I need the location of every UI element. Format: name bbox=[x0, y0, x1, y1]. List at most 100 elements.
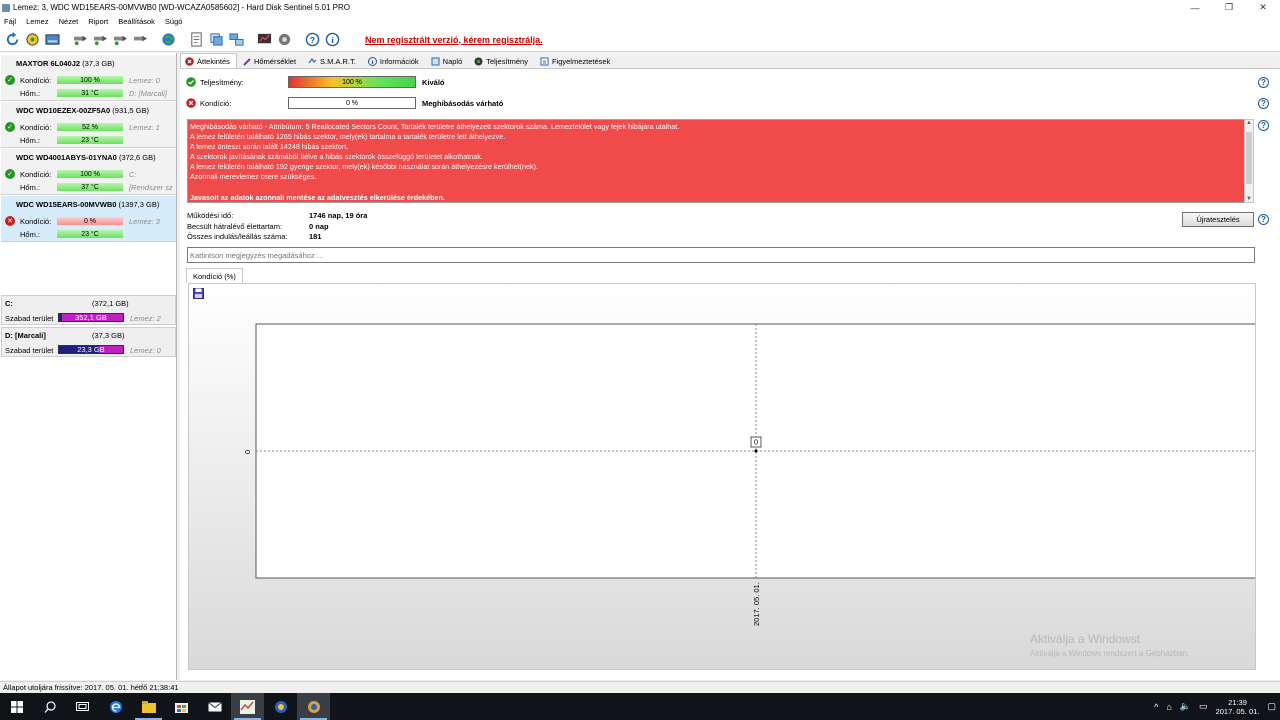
store-icon bbox=[175, 703, 188, 713]
tab-smart[interactable]: S.M.A.R.T. bbox=[303, 53, 363, 68]
partition-name: D: [Marcali] bbox=[5, 331, 46, 340]
hard-disk-sentinel-button[interactable] bbox=[231, 693, 264, 720]
performance-label: Teljesítmény: bbox=[200, 77, 244, 87]
error-status-icon: ✕ bbox=[5, 216, 15, 226]
temp-bar: 31 °C bbox=[57, 89, 123, 97]
keyboard-icon[interactable]: ▭ bbox=[1199, 701, 1208, 712]
tool-icon-4[interactable] bbox=[131, 31, 149, 49]
status-icon[interactable] bbox=[23, 31, 41, 49]
condition-label: Kondíció: bbox=[200, 98, 232, 108]
scroll-up-icon[interactable]: ▲ bbox=[1245, 120, 1253, 126]
partition-disk: Lemez: 0 bbox=[130, 346, 161, 355]
info-icon[interactable]: i bbox=[323, 31, 341, 49]
disk-name: WDC WD4001ABYS-01YNA0 (372,6 GB) bbox=[16, 153, 156, 162]
start-button[interactable] bbox=[0, 693, 33, 720]
overview-panel: Teljesítmény: 100 % Kiváló ? Kondíció: 0… bbox=[180, 69, 1280, 680]
report-icon[interactable] bbox=[187, 31, 205, 49]
minimize-button[interactable]: — bbox=[1178, 0, 1212, 15]
help-icon[interactable]: ? bbox=[303, 31, 321, 49]
scroll-down-icon[interactable]: ▼ bbox=[1245, 196, 1253, 202]
search-button[interactable] bbox=[33, 693, 66, 720]
y-tick-label: 0 bbox=[243, 450, 252, 454]
help-icon[interactable]: ? bbox=[1258, 98, 1269, 109]
partition-disk: Lemez: 2 bbox=[130, 314, 161, 323]
mail-button[interactable] bbox=[198, 693, 231, 720]
task-view-icon bbox=[76, 702, 89, 711]
edge-button[interactable] bbox=[99, 693, 132, 720]
app-button-2[interactable] bbox=[297, 693, 330, 720]
tool-icon-1[interactable] bbox=[71, 31, 89, 49]
tab-bar: Áttekintés Hőmérséklet S.M.A.R.T. Inform… bbox=[180, 53, 1280, 69]
file-explorer-button[interactable] bbox=[132, 693, 165, 720]
disk-name: MAXTOR 6L040J2 (37,3 GB) bbox=[16, 59, 115, 68]
edge-icon bbox=[109, 700, 122, 713]
alert-line: A szektorok javításának számából ítélve … bbox=[190, 152, 483, 162]
disk-list-panel: MAXTOR 6L040J2 (37,3 GB) ✓ Kondíció: 100… bbox=[0, 53, 177, 680]
unregistered-link[interactable]: Nem regisztrált verzió, kérem regisztrál… bbox=[365, 35, 543, 45]
temp-label: Hőm.: bbox=[20, 89, 41, 98]
network-icon[interactable] bbox=[227, 31, 245, 49]
partition-card-0[interactable]: C: (372,1 GB) Szabad terület 352,1 GB Le… bbox=[1, 295, 176, 325]
taskbar: ^ ⌂ 🔈 ▭ 21:39 2017. 05. 01. ▢ bbox=[0, 693, 1280, 720]
alert-scrollbar[interactable]: ▲ ▼ bbox=[1244, 119, 1254, 203]
refresh-icon[interactable] bbox=[3, 31, 21, 49]
disk-name: WDC WD10EZEX-00ZF5A0 (931,5 GB) bbox=[16, 106, 149, 115]
condition-bar: 100 % bbox=[57, 76, 123, 84]
tab-performance[interactable]: Teljesítmény bbox=[469, 53, 535, 68]
free-space-bar: 352,1 GB bbox=[58, 313, 124, 322]
help-icon[interactable]: ? bbox=[1258, 120, 1269, 131]
disk-card-2[interactable]: WDC WD4001ABYS-01YNA0 (372,6 GB) ✓ Kondí… bbox=[1, 149, 176, 195]
tray-expand-icon[interactable]: ^ bbox=[1154, 702, 1158, 712]
scroll-thumb[interactable] bbox=[1246, 132, 1252, 184]
close-button[interactable]: ✕ bbox=[1246, 0, 1280, 15]
store-button[interactable] bbox=[165, 693, 198, 720]
performance-row: Teljesítmény: 100 % Kiváló bbox=[186, 76, 445, 88]
menu-settings[interactable]: Beállítások bbox=[118, 17, 155, 26]
alert-line: A lemez felületén található 192 gyenge s… bbox=[190, 162, 538, 172]
tool-icon-2[interactable] bbox=[91, 31, 109, 49]
tab-temperature[interactable]: Hőmérséklet bbox=[237, 53, 303, 68]
tab-overview[interactable]: Áttekintés bbox=[180, 53, 237, 68]
clock[interactable]: 21:39 2017. 05. 01. bbox=[1211, 698, 1263, 716]
retest-button[interactable]: Újratesztelés bbox=[1182, 212, 1254, 227]
task-view-button[interactable] bbox=[66, 693, 99, 720]
disk-card-1[interactable]: WDC WD10EZEX-00ZF5A0 (931,5 GB) ✓ Kondíc… bbox=[1, 102, 176, 148]
menu-help[interactable]: Súgó bbox=[165, 17, 183, 26]
disk-card-3[interactable]: WDC WD15EARS-00MVWB0 (1397,3 GB) ✕ Kondí… bbox=[1, 196, 176, 242]
app-icon-2 bbox=[307, 700, 320, 713]
settings-icon[interactable] bbox=[275, 31, 293, 49]
alerts-icon bbox=[540, 57, 549, 66]
tab-log[interactable]: Napló bbox=[426, 53, 470, 68]
partition-card-1[interactable]: D: [Marcali] (37,3 GB) Szabad terület 23… bbox=[1, 327, 176, 357]
tab-condition-chart[interactable]: Kondíció (%) bbox=[186, 268, 243, 283]
menu-disk[interactable]: Lemez bbox=[26, 17, 49, 26]
menu-view[interactable]: Nézet bbox=[59, 17, 79, 26]
note-input[interactable] bbox=[187, 247, 1255, 263]
help-icon[interactable]: ? bbox=[1258, 214, 1269, 225]
menu-report[interactable]: Riport bbox=[88, 17, 108, 26]
x-tick-label: 2017. 05. 01. bbox=[752, 582, 761, 626]
alert-message-box[interactable]: Meghibásodás várható - Attribútum: 5 Rea… bbox=[187, 119, 1253, 203]
network-icon[interactable]: ⌂ bbox=[1166, 702, 1171, 712]
menu-file[interactable]: Fájl bbox=[4, 17, 16, 26]
free-space-bar: 23,3 GB bbox=[58, 345, 124, 354]
performance-icon bbox=[474, 57, 483, 66]
temp-bar: 37 °C bbox=[57, 183, 123, 191]
volume-icon[interactable]: 🔈 bbox=[1180, 701, 1191, 712]
drive-icon[interactable] bbox=[43, 31, 61, 49]
tab-alerts[interactable]: Figyelmeztetések bbox=[535, 53, 617, 68]
tab-information[interactable]: Információk bbox=[363, 53, 426, 68]
condition-bar: 0 % bbox=[57, 217, 123, 225]
app-button-1[interactable] bbox=[264, 693, 297, 720]
help-icon[interactable]: ? bbox=[1258, 77, 1269, 88]
notifications-icon[interactable]: ▢ bbox=[1267, 701, 1276, 712]
tool-icon-3[interactable] bbox=[111, 31, 129, 49]
smart-icon bbox=[308, 57, 317, 66]
chart-icon[interactable] bbox=[255, 31, 273, 49]
copy-icon[interactable] bbox=[207, 31, 225, 49]
disk-side-1: Lemez: 0 bbox=[129, 76, 160, 85]
disk-card-0[interactable]: MAXTOR 6L040J2 (37,3 GB) ✓ Kondíció: 100… bbox=[1, 55, 176, 101]
maximize-button[interactable]: ❐ bbox=[1212, 0, 1246, 15]
globe-icon[interactable] bbox=[159, 31, 177, 49]
menu-bar: Fájl Lemez Nézet Riport Beállítások Súgó bbox=[0, 15, 1280, 28]
